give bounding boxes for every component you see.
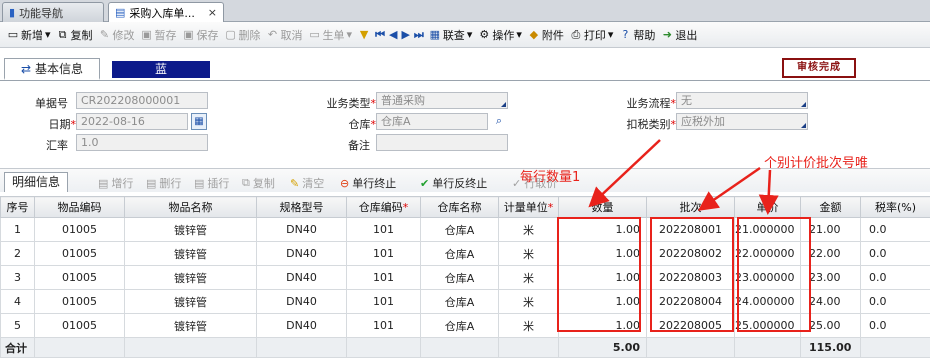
arrow-to-price <box>768 170 770 210</box>
arrow-to-qty <box>592 140 660 204</box>
arrow-to-batch <box>702 168 760 208</box>
annotation-arrows <box>0 0 930 352</box>
qty-annotation: 每行数量1 <box>520 166 580 185</box>
batch-annotation: 个别计价批次号唯 <box>764 152 868 171</box>
